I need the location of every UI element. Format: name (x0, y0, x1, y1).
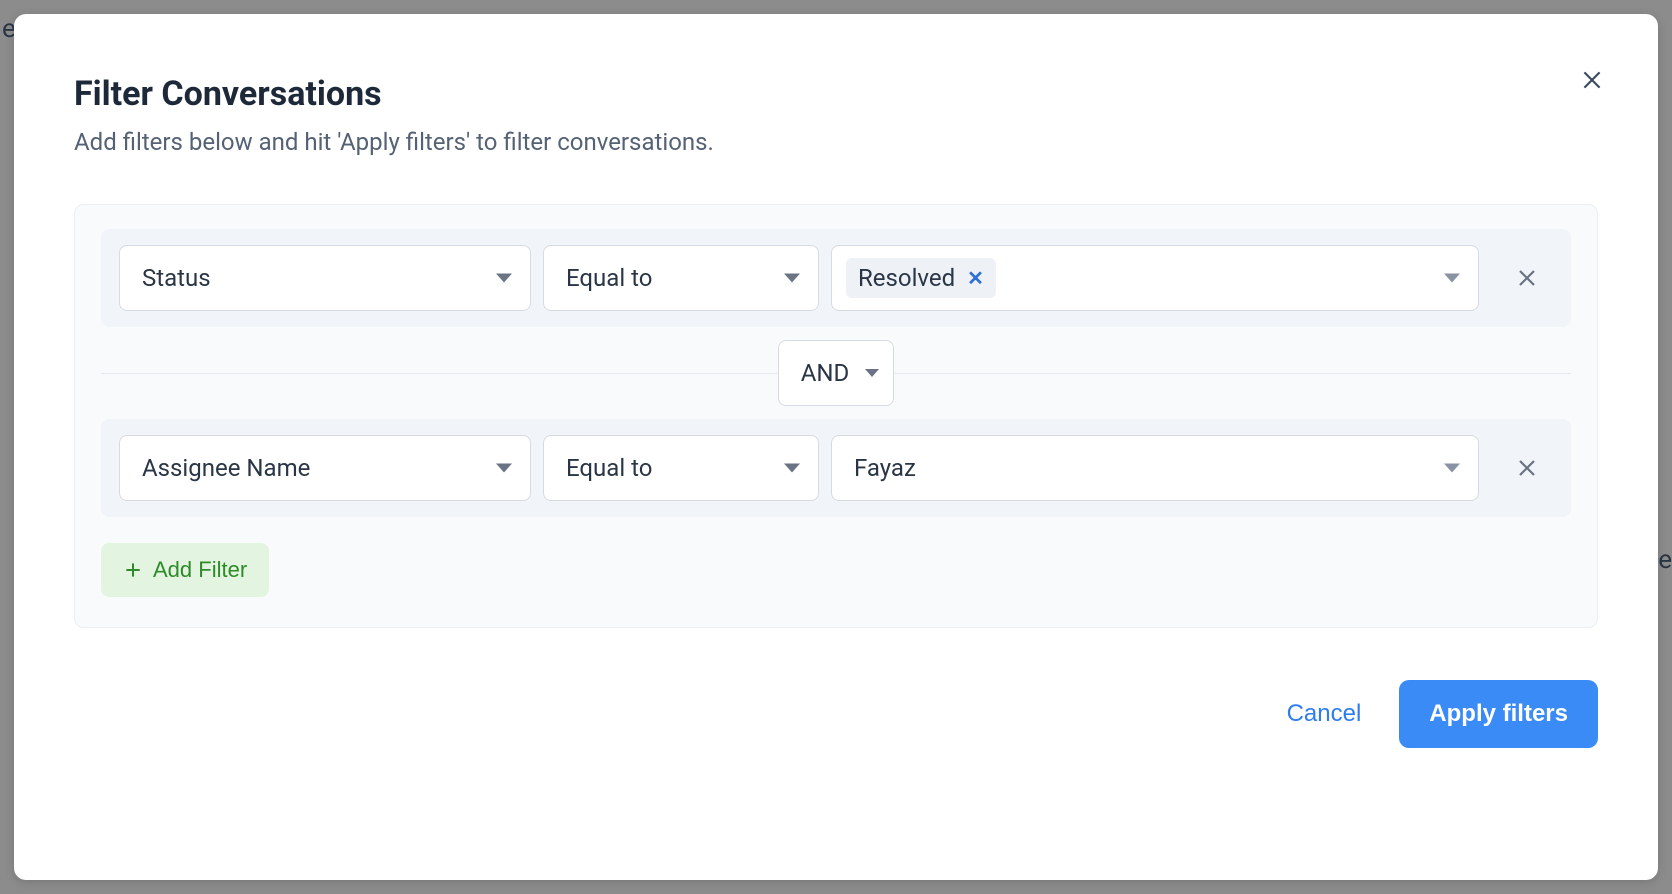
filter-value-chip: Resolved ✕ (846, 258, 996, 298)
filter-row: Status Equal to Resolved ✕ (101, 229, 1571, 327)
chip-remove-icon[interactable]: ✕ (967, 268, 984, 288)
filter-field-value: Status (142, 264, 211, 292)
filter-operator-select[interactable]: Equal to (543, 435, 819, 501)
filter-dialog: Filter Conversations Add filters below a… (14, 14, 1658, 880)
close-icon (1579, 67, 1605, 93)
filter-value-text: Fayaz (846, 454, 916, 482)
chevron-down-icon (1444, 464, 1460, 473)
filter-value-select[interactable]: Resolved ✕ (831, 245, 1479, 311)
remove-filter-button[interactable] (1501, 442, 1553, 494)
chevron-down-icon (496, 464, 512, 473)
filter-field-value: Assignee Name (142, 454, 310, 482)
filter-value-text: Resolved (858, 264, 955, 292)
chevron-down-icon (784, 274, 800, 283)
close-icon (1515, 456, 1539, 480)
close-dialog-button[interactable] (1570, 58, 1614, 102)
filter-field-select[interactable]: Status (119, 245, 531, 311)
filters-panel: Status Equal to Resolved ✕ AND (74, 204, 1598, 628)
filter-operator-value: Equal to (566, 264, 652, 292)
filter-row: Assignee Name Equal to Fayaz (101, 419, 1571, 517)
add-filter-button[interactable]: Add Filter (101, 543, 269, 597)
chevron-down-icon (1444, 274, 1460, 283)
close-icon (1515, 266, 1539, 290)
filter-connector-select[interactable]: AND (778, 340, 895, 406)
remove-filter-button[interactable] (1501, 252, 1553, 304)
filter-value-select[interactable]: Fayaz (831, 435, 1479, 501)
filter-connector-value: AND (801, 359, 850, 387)
filter-operator-select[interactable]: Equal to (543, 245, 819, 311)
add-filter-label: Add Filter (153, 557, 247, 583)
apply-filters-button[interactable]: Apply filters (1399, 680, 1598, 748)
chevron-down-icon (865, 369, 879, 377)
dialog-title: Filter Conversations (74, 74, 1598, 114)
cancel-button[interactable]: Cancel (1279, 690, 1370, 738)
dialog-footer: Cancel Apply filters (74, 680, 1598, 748)
filter-operator-value: Equal to (566, 454, 652, 482)
filter-connector-area: AND (101, 327, 1571, 419)
plus-icon (123, 560, 143, 580)
filter-field-select[interactable]: Assignee Name (119, 435, 531, 501)
chevron-down-icon (784, 464, 800, 473)
dialog-subtitle: Add filters below and hit 'Apply filters… (74, 128, 1598, 156)
chevron-down-icon (496, 274, 512, 283)
